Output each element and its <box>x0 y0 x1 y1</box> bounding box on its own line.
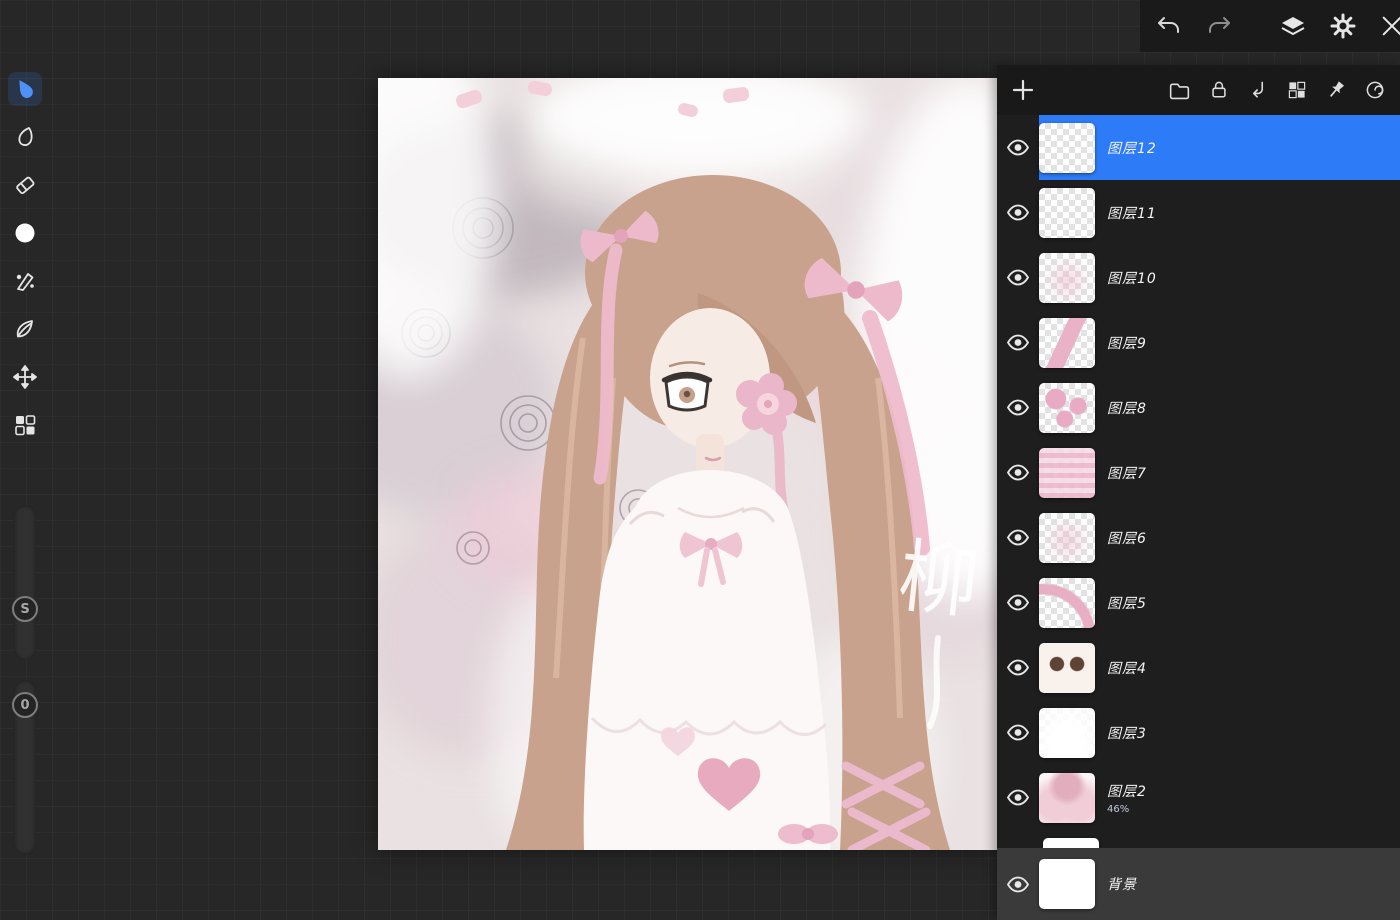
tool-sidebar <box>0 62 50 442</box>
layer-thumbnail[interactable] <box>1039 642 1095 693</box>
layer-name: 图层12 <box>1107 140 1157 157</box>
top-toolbar <box>1140 0 1400 52</box>
layer-visibility-toggle[interactable] <box>997 204 1039 221</box>
pattern-grid-icon[interactable] <box>8 408 42 442</box>
layer-thumbnail[interactable] <box>1039 707 1095 758</box>
close-icon[interactable] <box>1380 14 1400 38</box>
layer-visibility-toggle[interactable] <box>997 659 1039 676</box>
layer-visibility-toggle[interactable] <box>997 139 1039 156</box>
layer-visibility-toggle[interactable] <box>997 269 1039 286</box>
layer-thumbnail[interactable] <box>1039 187 1095 238</box>
layer-name: 图层5 <box>1107 595 1147 612</box>
brush-tool-icon[interactable] <box>8 72 42 106</box>
layer-row[interactable]: 图层8 <box>997 375 1400 440</box>
spiral-icon[interactable] <box>1364 79 1386 101</box>
layer-name: 图层2 <box>1107 783 1147 800</box>
layer-row[interactable]: 图层4 <box>997 635 1400 700</box>
layer-visibility-toggle[interactable] <box>997 724 1039 741</box>
partial-layer-thumbnail <box>1043 838 1099 848</box>
layers-panel-toggle-icon[interactable] <box>1280 14 1306 38</box>
layer-thumbnail[interactable] <box>1039 122 1095 173</box>
layer-visibility-toggle[interactable] <box>997 594 1039 611</box>
layer-name: 图层7 <box>1107 465 1147 482</box>
layers-panel-header <box>997 65 1400 115</box>
layer-visibility-toggle[interactable] <box>997 876 1039 893</box>
layer-list: 图层12 图层11 图层10 图层9 图层8 图层7 图层6 图层5 图层4 图层3 图层2 46% … <box>997 115 1400 920</box>
layer-thumbnail[interactable] <box>1039 772 1095 823</box>
layer-thumbnail[interactable] <box>1039 382 1095 433</box>
layer-name: 图层6 <box>1107 530 1147 547</box>
layer-name: 图层3 <box>1107 725 1147 742</box>
layer-row[interactable]: 图层5 <box>997 570 1400 635</box>
layer-row[interactable]: 图层2 46% <box>997 765 1400 830</box>
layer-name: 图层10 <box>1107 270 1157 287</box>
smudge-tool-icon[interactable] <box>8 120 42 154</box>
layer-row[interactable]: 图层7 <box>997 440 1400 505</box>
folder-icon[interactable] <box>1168 79 1191 102</box>
layer-opacity: 46% <box>1107 803 1130 815</box>
layer-row[interactable]: 图层10 <box>997 245 1400 310</box>
layers-panel: 图层12 图层11 图层10 图层9 图层8 图层7 图层6 图层5 图层4 图层3 图层2 46% … <box>997 65 1400 920</box>
background-layer-row[interactable]: 背景 <box>997 848 1400 920</box>
layer-row[interactable]: 图层9 <box>997 310 1400 375</box>
color-swatch-icon[interactable] <box>8 216 42 250</box>
layer-name: 背景 <box>1107 877 1137 893</box>
layer-visibility-toggle[interactable] <box>997 529 1039 546</box>
layer-thumbnail[interactable] <box>1039 859 1095 909</box>
drawing-canvas[interactable]: 柳 <box>378 78 997 850</box>
layer-row[interactable]: 图层6 <box>997 505 1400 570</box>
layer-row[interactable]: 图层12 <box>997 115 1400 180</box>
layer-thumbnail[interactable] <box>1039 577 1095 628</box>
layer-thumbnail[interactable] <box>1039 317 1095 368</box>
layer-thumbnail[interactable] <box>1039 512 1095 563</box>
import-icon[interactable] <box>1247 79 1269 101</box>
brush-size-slider[interactable] <box>14 505 36 660</box>
transform-move-icon[interactable] <box>8 360 42 394</box>
settings-gear-icon[interactable] <box>1330 13 1356 39</box>
artwork: 柳 <box>378 78 997 850</box>
transparency-checker-icon[interactable] <box>1286 79 1308 101</box>
layer-row[interactable]: 图层11 <box>997 180 1400 245</box>
layer-name: 图层4 <box>1107 660 1147 677</box>
redo-icon[interactable] <box>1206 14 1232 38</box>
layer-visibility-toggle[interactable] <box>997 464 1039 481</box>
vector-leaf-icon[interactable] <box>8 312 42 346</box>
brush-opacity-knob[interactable]: 0 <box>12 692 38 718</box>
layer-row[interactable]: 图层3 <box>997 700 1400 765</box>
brush-size-knob[interactable]: S <box>12 596 38 622</box>
layer-thumbnail[interactable] <box>1039 447 1095 498</box>
pin-icon[interactable] <box>1325 79 1347 101</box>
layer-name: 图层11 <box>1107 205 1157 222</box>
layer-name: 图层8 <box>1107 400 1147 417</box>
layer-visibility-toggle[interactable] <box>997 399 1039 416</box>
layer-visibility-toggle[interactable] <box>997 334 1039 351</box>
layer-name: 图层9 <box>1107 335 1147 352</box>
eraser-tool-icon[interactable] <box>8 168 42 202</box>
add-layer-icon[interactable] <box>1011 78 1035 102</box>
mixer-brush-icon[interactable] <box>8 264 42 298</box>
layer-thumbnail[interactable] <box>1039 252 1095 303</box>
lock-icon[interactable] <box>1208 79 1230 101</box>
undo-icon[interactable] <box>1156 14 1182 38</box>
layer-visibility-toggle[interactable] <box>997 789 1039 806</box>
